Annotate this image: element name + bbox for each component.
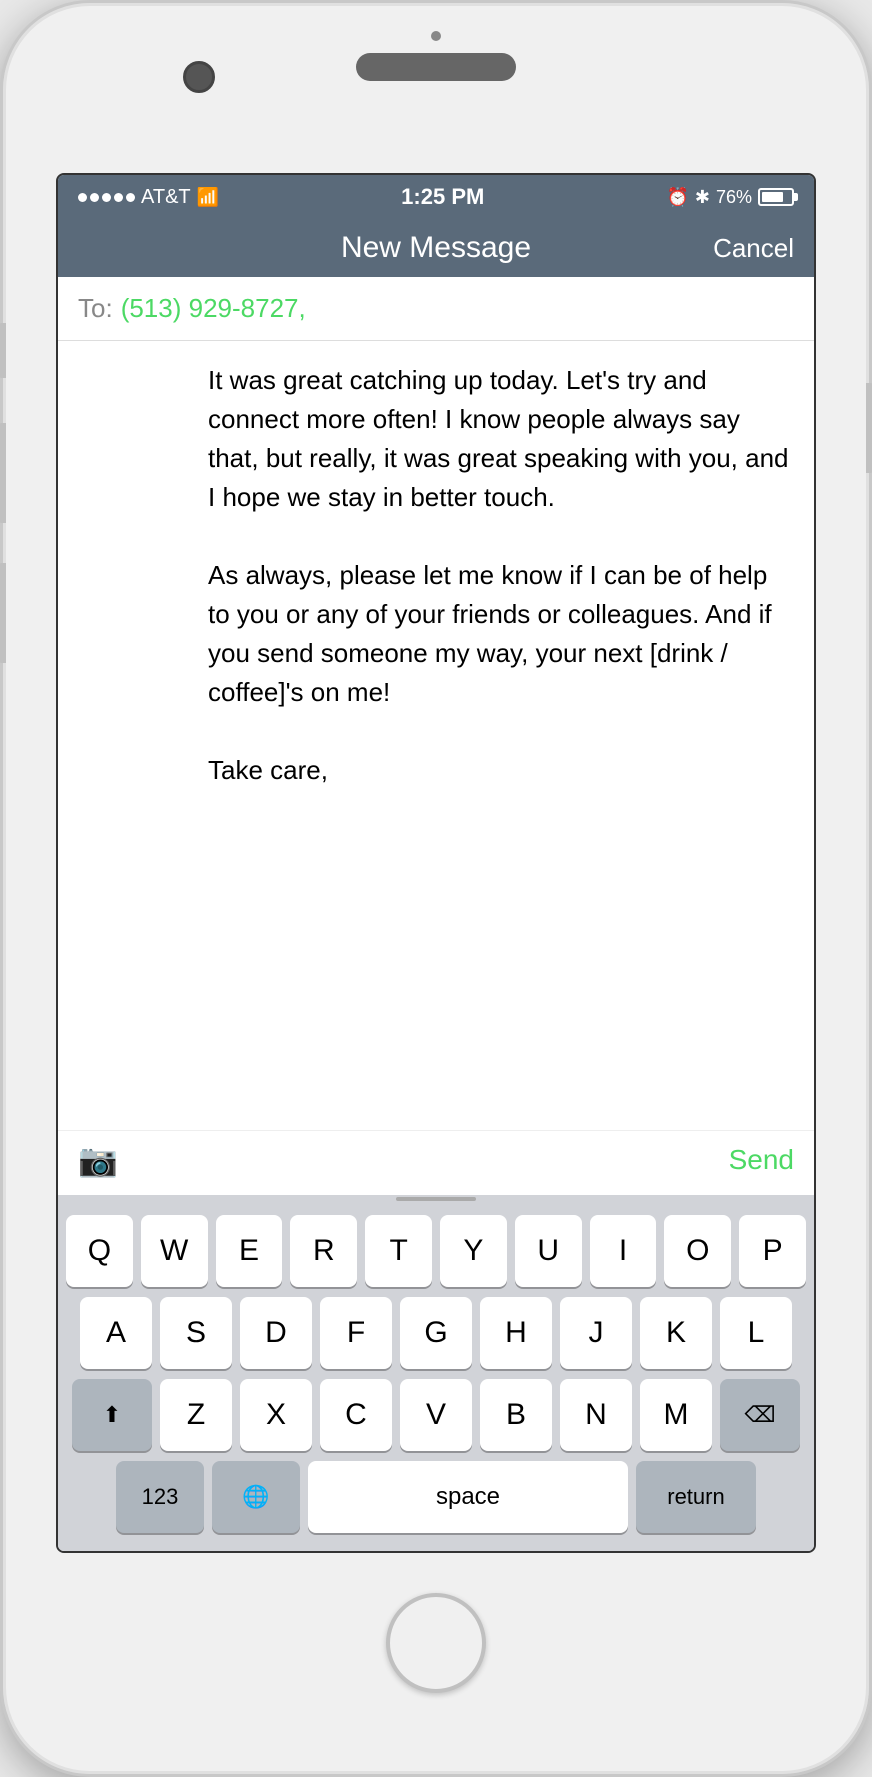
globe-key[interactable]: 🌐	[212, 1461, 300, 1533]
phone-frame: AT&T 📶 1:25 PM ⏰ ✱ 76% New Message Cance…	[0, 0, 872, 1777]
keyboard-row-4: 123 🌐 space return	[66, 1461, 806, 1533]
signal-dot-3	[102, 193, 111, 202]
key-n[interactable]: N	[560, 1379, 632, 1451]
key-j[interactable]: J	[560, 1297, 632, 1369]
status-bar: AT&T 📶 1:25 PM ⏰ ✱ 76%	[58, 175, 814, 219]
key-y[interactable]: Y	[440, 1215, 507, 1287]
key-a[interactable]: A	[80, 1297, 152, 1369]
status-time: 1:25 PM	[401, 184, 484, 210]
send-button[interactable]: Send	[729, 1144, 794, 1176]
return-key[interactable]: return	[636, 1461, 756, 1533]
to-field[interactable]: To: (513) 929-8727,	[58, 277, 814, 341]
battery-body	[758, 188, 794, 206]
carrier-label: AT&T	[141, 186, 191, 209]
home-button[interactable]	[386, 1593, 486, 1693]
keyboard-row-1: Q W E R T Y U I O P	[66, 1215, 806, 1287]
volume-down-button[interactable]	[0, 563, 6, 663]
phone-bottom-hardware	[386, 1553, 486, 1733]
key-s[interactable]: S	[160, 1297, 232, 1369]
bluetooth-icon: ✱	[695, 187, 710, 208]
delete-key[interactable]: ⌫	[720, 1379, 800, 1451]
volume-up-button[interactable]	[0, 423, 6, 523]
signal-strength	[78, 193, 135, 202]
keyboard-row-3: ⬆ Z X C V B N M ⌫	[66, 1379, 806, 1451]
camera-icon[interactable]: 📷	[78, 1141, 118, 1179]
message-footer: 📷 Send	[58, 1130, 814, 1195]
power-button[interactable]	[866, 383, 872, 473]
key-i[interactable]: I	[590, 1215, 657, 1287]
signal-dot-5	[126, 193, 135, 202]
keyboard-separator	[58, 1195, 814, 1203]
key-u[interactable]: U	[515, 1215, 582, 1287]
signal-dot-4	[114, 193, 123, 202]
status-left: AT&T 📶	[78, 186, 219, 209]
cancel-button[interactable]: Cancel	[694, 233, 794, 264]
signal-dot-2	[90, 193, 99, 202]
key-d[interactable]: D	[240, 1297, 312, 1369]
to-label: To:	[78, 293, 113, 324]
key-g[interactable]: G	[400, 1297, 472, 1369]
key-t[interactable]: T	[365, 1215, 432, 1287]
battery-fill	[762, 192, 783, 202]
signal-dot-1	[78, 193, 87, 202]
key-f[interactable]: F	[320, 1297, 392, 1369]
front-camera	[183, 61, 215, 93]
key-q[interactable]: Q	[66, 1215, 133, 1287]
key-r[interactable]: R	[290, 1215, 357, 1287]
earpiece-speaker	[356, 53, 516, 81]
keyboard-row-2: A S D F G H J K L	[66, 1297, 806, 1369]
key-x[interactable]: X	[240, 1379, 312, 1451]
nav-title: New Message	[178, 231, 694, 265]
front-sensor	[431, 31, 441, 41]
shift-key[interactable]: ⬆	[72, 1379, 152, 1451]
key-m[interactable]: M	[640, 1379, 712, 1451]
key-w[interactable]: W	[141, 1215, 208, 1287]
key-k[interactable]: K	[640, 1297, 712, 1369]
key-p[interactable]: P	[739, 1215, 806, 1287]
nav-bar: New Message Cancel	[58, 219, 814, 277]
key-l[interactable]: L	[720, 1297, 792, 1369]
wifi-icon: 📶	[197, 187, 219, 208]
alarm-icon: ⏰	[666, 187, 688, 208]
key-c[interactable]: C	[320, 1379, 392, 1451]
key-b[interactable]: B	[480, 1379, 552, 1451]
keyboard: Q W E R T Y U I O P A S D F G H J K	[58, 1203, 814, 1551]
to-recipient: (513) 929-8727,	[121, 293, 306, 324]
key-o[interactable]: O	[664, 1215, 731, 1287]
key-v[interactable]: V	[400, 1379, 472, 1451]
status-right: ⏰ ✱ 76%	[666, 187, 794, 208]
key-e[interactable]: E	[216, 1215, 283, 1287]
key-z[interactable]: Z	[160, 1379, 232, 1451]
phone-top-hardware	[3, 3, 869, 173]
space-key[interactable]: space	[308, 1461, 628, 1533]
battery-percent: 76%	[716, 187, 752, 208]
battery-icon	[758, 188, 794, 206]
message-area: It was great catching up today. Let's tr…	[58, 341, 814, 1195]
separator-line	[396, 1197, 476, 1201]
message-body-text[interactable]: It was great catching up today. Let's tr…	[58, 341, 814, 1130]
phone-screen: AT&T 📶 1:25 PM ⏰ ✱ 76% New Message Cance…	[56, 173, 816, 1553]
mute-button[interactable]	[0, 323, 6, 378]
numbers-key[interactable]: 123	[116, 1461, 204, 1533]
key-h[interactable]: H	[480, 1297, 552, 1369]
